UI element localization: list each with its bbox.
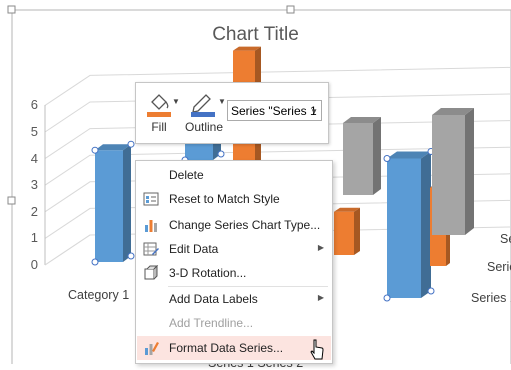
menu-item-label: 3-D Rotation... [169, 266, 247, 280]
series-axis-label-3: Se [500, 232, 511, 246]
selection-handle [427, 287, 435, 295]
reset-style-icon [143, 192, 159, 206]
menu-item-change-chart-type[interactable]: Change Series Chart Type... [137, 213, 331, 237]
y-tick-label: 4 [30, 150, 38, 166]
menu-item-label: Add Data Labels [169, 292, 258, 306]
series-select[interactable]: Series "Series 1 ▼ [227, 100, 322, 121]
rotation-icon [144, 265, 159, 280]
selection-handle [7, 5, 16, 14]
bar-series-1-cat4[interactable] [383, 148, 435, 302]
y-tick-label: 1 [30, 230, 38, 246]
chevron-down-icon: ▼ [172, 97, 180, 106]
menu-item-label: Edit Data [169, 242, 219, 256]
y-tick-label: 2 [30, 203, 38, 219]
selection-handle [127, 140, 135, 148]
fill-button[interactable]: ▼ Fill [140, 87, 180, 139]
menu-item-edit-data[interactable]: Edit Data ▶ [137, 237, 331, 261]
chevron-down-icon: ▼ [218, 97, 226, 106]
chevron-right-icon: ▶ [317, 243, 324, 252]
chevron-down-icon: ▼ [310, 107, 318, 116]
menu-item-3d-rotation[interactable]: 3-D Rotation... [137, 261, 331, 285]
bar-series-3-cat3[interactable] [343, 117, 381, 195]
selection-handle [91, 146, 99, 154]
floor-edge [44, 234, 91, 266]
menu-item-delete[interactable]: Delete [137, 163, 331, 187]
bar-chart-icon [145, 220, 157, 232]
y-tick-label: 6 [30, 97, 38, 113]
paint-bucket-icon [147, 94, 171, 117]
menu-item-add-data-labels[interactable]: Add Data Labels ▶ [137, 287, 331, 311]
selection-handle [286, 5, 295, 14]
selection-handle [383, 155, 391, 162]
series-axis-label-2: Serie [487, 260, 511, 274]
mouse-cursor-icon [310, 339, 324, 360]
series-axis-label-1: Series 1 [471, 291, 511, 305]
bar-series-2-cat3[interactable] [334, 207, 360, 255]
selection-handle [217, 150, 225, 158]
bar-series-1-cat1[interactable] [91, 140, 135, 266]
category-label-1: Category 1 [68, 288, 130, 302]
menu-item-label: Reset to Match Style [169, 192, 280, 206]
fill-label: Fill [151, 120, 167, 134]
menu-item-label: Format Data Series... [169, 341, 284, 355]
menu-item-add-trendline: Add Trendline... [137, 311, 331, 335]
menu-item-label: Add Trendline... [169, 316, 254, 330]
selection-handle [383, 294, 391, 302]
menu-item-label: Change Series Chart Type... [169, 218, 321, 232]
chart-title[interactable]: Chart Title [0, 24, 511, 46]
outline-label: Outline [184, 120, 224, 134]
y-tick-label: 3 [30, 177, 38, 193]
edit-data-icon [143, 242, 159, 256]
selection-handle [91, 258, 99, 266]
series-select-value: Series "Series 1 [231, 104, 317, 118]
chevron-right-icon: ▶ [317, 293, 324, 302]
context-menu: Delete Reset to Match Style Change Serie… [135, 160, 333, 364]
format-series-icon [145, 342, 159, 355]
selection-handle [127, 252, 135, 260]
y-tick-label: 5 [30, 124, 38, 139]
outline-button[interactable]: ▼ Outline [182, 87, 226, 139]
menu-item-label: Delete [169, 168, 204, 182]
menu-item-reset-style[interactable]: Reset to Match Style [137, 187, 331, 211]
menu-item-format-data-series[interactable]: Format Data Series... [137, 336, 331, 360]
y-tick-label: 0 [30, 257, 38, 272]
bar-series-3-cat4[interactable] [432, 108, 474, 235]
pen-icon [191, 94, 215, 117]
